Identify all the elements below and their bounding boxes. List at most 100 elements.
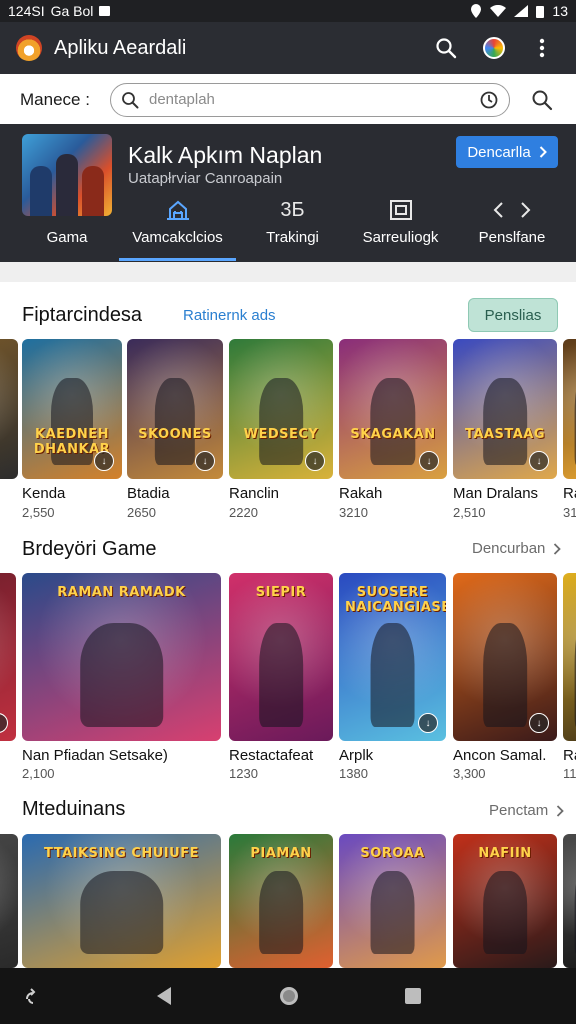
game-card[interactable]: TAASTAAG ↓ Man Dralans 2,510 — [453, 339, 557, 519]
search-icon — [122, 91, 139, 108]
status-bar: 124SI Ga Bol 13 — [0, 0, 576, 22]
section-title: Mteduinans — [22, 798, 126, 820]
game-count: 31 — [563, 505, 576, 519]
game-card[interactable]: SIEPIR Restactafeat 1230 — [229, 573, 333, 783]
game-card[interactable]: NAFIIN — [453, 834, 557, 968]
search-submit-button[interactable] — [528, 86, 556, 114]
search-input[interactable] — [149, 91, 479, 108]
game-card[interactable]: Ra 31 — [563, 339, 576, 519]
tab-vamcakclcios[interactable]: Vamcakclcios — [119, 194, 236, 262]
chevron-right-icon — [554, 542, 562, 555]
featured-subtitle: Uatapłrviar Canroapain — [128, 170, 283, 187]
game-count: 2650 — [127, 505, 156, 519]
game-count: 2220 — [229, 505, 258, 519]
section-fiptarcindesa: Fiptarcindesa Ratinernk ads Penslias KAE… — [0, 282, 576, 532]
game-card[interactable]: ↓ Ancon Samal. 3,300 — [453, 573, 557, 783]
game-card[interactable]: SKAGAKAN ↓ Rakah 3210 — [339, 339, 447, 519]
recents-button[interactable] — [401, 984, 425, 1008]
featured-action-button[interactable]: Dencarlla — [456, 136, 558, 168]
game-card[interactable]: ↓ — [0, 573, 16, 783]
battery-icon — [536, 5, 545, 18]
game-logo-text: SKOONES — [138, 427, 212, 442]
game-cover-image — [563, 834, 576, 968]
game-count: 2,100 — [22, 766, 55, 781]
search-row: Manece : — [0, 74, 576, 126]
game-logo-text: SOROAA — [360, 846, 425, 861]
more-link-label: Dencurban — [472, 540, 546, 557]
game-card[interactable] — [0, 339, 18, 519]
search-icon — [532, 90, 553, 110]
history-icon[interactable] — [479, 90, 499, 110]
game-card[interactable]: WEDSECY ↓ Ranclin 2220 — [229, 339, 333, 519]
tab-gama[interactable]: Gama — [22, 194, 112, 262]
overflow-menu-button[interactable] — [524, 30, 560, 66]
game-count: 1380 — [339, 766, 368, 781]
game-card[interactable]: KAEDNEH DHANKAR ↓ Kenda 2,550 — [22, 339, 122, 519]
avatar — [483, 37, 505, 59]
game-cover-image: PIAMAN — [229, 834, 333, 968]
frame-icon — [389, 197, 413, 223]
game-logo-text: SUOSERE NAICANGIASE — [345, 585, 446, 615]
game-card[interactable]: SUOSERE NAICANGIASE ↓ Arplk 1380 — [339, 573, 446, 783]
game-name: Ra — [563, 485, 576, 502]
game-name: Man Dralans — [453, 485, 539, 502]
game-card[interactable]: Ra 11 — [563, 573, 576, 783]
section-action-button[interactable]: Penslias — [468, 298, 558, 332]
featured-action-label: Dencarlla — [467, 143, 531, 161]
game-name: Arplk — [339, 747, 374, 764]
category-tabs: Gama Vamcakclcios 3Б Trakingi Sarreuliog… — [0, 194, 576, 262]
status-carrier: Ga Bol — [50, 3, 94, 19]
tab-label: Penslfane — [478, 229, 546, 246]
section-title: Brdeyöri Game — [22, 538, 157, 560]
gesture-icon — [26, 988, 36, 1004]
tab-trakingi[interactable]: 3Б Trakingi — [245, 194, 340, 262]
game-logo-text: TTAIKSING CHUIUFE — [44, 846, 199, 861]
download-badge-icon: ↓ — [94, 451, 114, 471]
game-name: Ranclin — [229, 485, 280, 502]
section-mteduinans: Mteduinans Penctam TTAIKSING CHUIUFE PIAM… — [0, 792, 576, 968]
game-cover-image: SOROAA — [339, 834, 446, 968]
section-ads-link[interactable]: Ratinernk ads — [183, 307, 276, 324]
game-logo-text: WEDSECY — [243, 427, 319, 442]
location-icon — [471, 4, 482, 18]
home-button[interactable] — [277, 984, 301, 1008]
app-title: Apliku Aeardali — [54, 36, 187, 59]
tab-penslfane[interactable]: Penslfane — [462, 194, 562, 262]
game-cover-image: ↓ — [0, 573, 16, 741]
game-count: 2,510 — [453, 505, 486, 519]
game-card[interactable]: PIAMAN — [229, 834, 333, 968]
account-button[interactable] — [476, 30, 512, 66]
game-cover-image: TAASTAAG ↓ — [453, 339, 557, 479]
search-field[interactable] — [110, 82, 510, 117]
game-cover-image — [563, 573, 576, 741]
game-card[interactable]: RAMAN RAMADK Nan Pfiadan Setsake) 2,100 — [22, 573, 221, 783]
wifi-icon — [490, 5, 507, 17]
download-badge-icon: ↓ — [419, 451, 439, 471]
game-count: 2,550 — [22, 505, 55, 519]
download-badge-icon: ↓ — [195, 451, 215, 471]
game-name: Nan Pfiadan Setsake) — [22, 747, 168, 764]
tab-sarreuliogk[interactable]: Sarreuliogk — [348, 194, 453, 262]
game-card[interactable]: SOROAA — [339, 834, 446, 968]
game-cover-image: TTAIKSING CHUIUFE — [22, 834, 221, 968]
app-bar: Apliku Aeardali — [0, 22, 576, 74]
chevron-right-icon — [539, 146, 547, 158]
home-icon — [280, 987, 298, 1005]
game-card[interactable] — [563, 834, 576, 968]
search-button[interactable] — [428, 30, 464, 66]
game-name: Restactafeat — [229, 747, 314, 764]
section-more-link[interactable]: Dencurban — [472, 540, 562, 557]
tab-label: Trakingi — [266, 229, 319, 246]
download-badge-icon: ↓ — [418, 713, 438, 733]
game-card[interactable]: SKOONES ↓ Btadia 2650 — [127, 339, 223, 519]
more-vert-icon — [539, 38, 545, 58]
section-more-link[interactable]: Penctam — [489, 802, 564, 819]
game-cover-image: RAMAN RAMADK — [22, 573, 221, 741]
accessibility-button[interactable] — [22, 984, 46, 1008]
game-name: Kenda — [22, 485, 66, 502]
download-badge-icon: ↓ — [529, 713, 549, 733]
featured-banner: Kalk Apkım Naplan Uatapłrviar Canroapain… — [0, 124, 576, 262]
game-card[interactable]: TTAIKSING CHUIUFE — [22, 834, 221, 968]
game-card[interactable] — [0, 834, 18, 968]
back-button[interactable] — [152, 984, 176, 1008]
